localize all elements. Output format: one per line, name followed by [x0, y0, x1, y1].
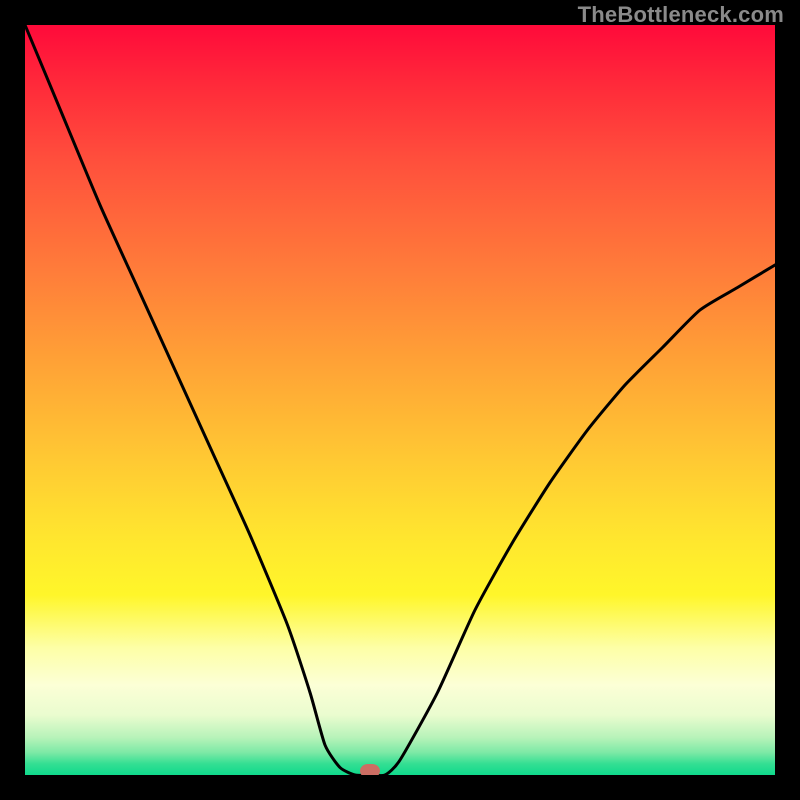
bottleneck-curve: [25, 25, 775, 775]
curve-svg: [25, 25, 775, 775]
optimum-marker: [360, 764, 380, 775]
chart-frame: TheBottleneck.com: [0, 0, 800, 800]
plot-area: [25, 25, 775, 775]
